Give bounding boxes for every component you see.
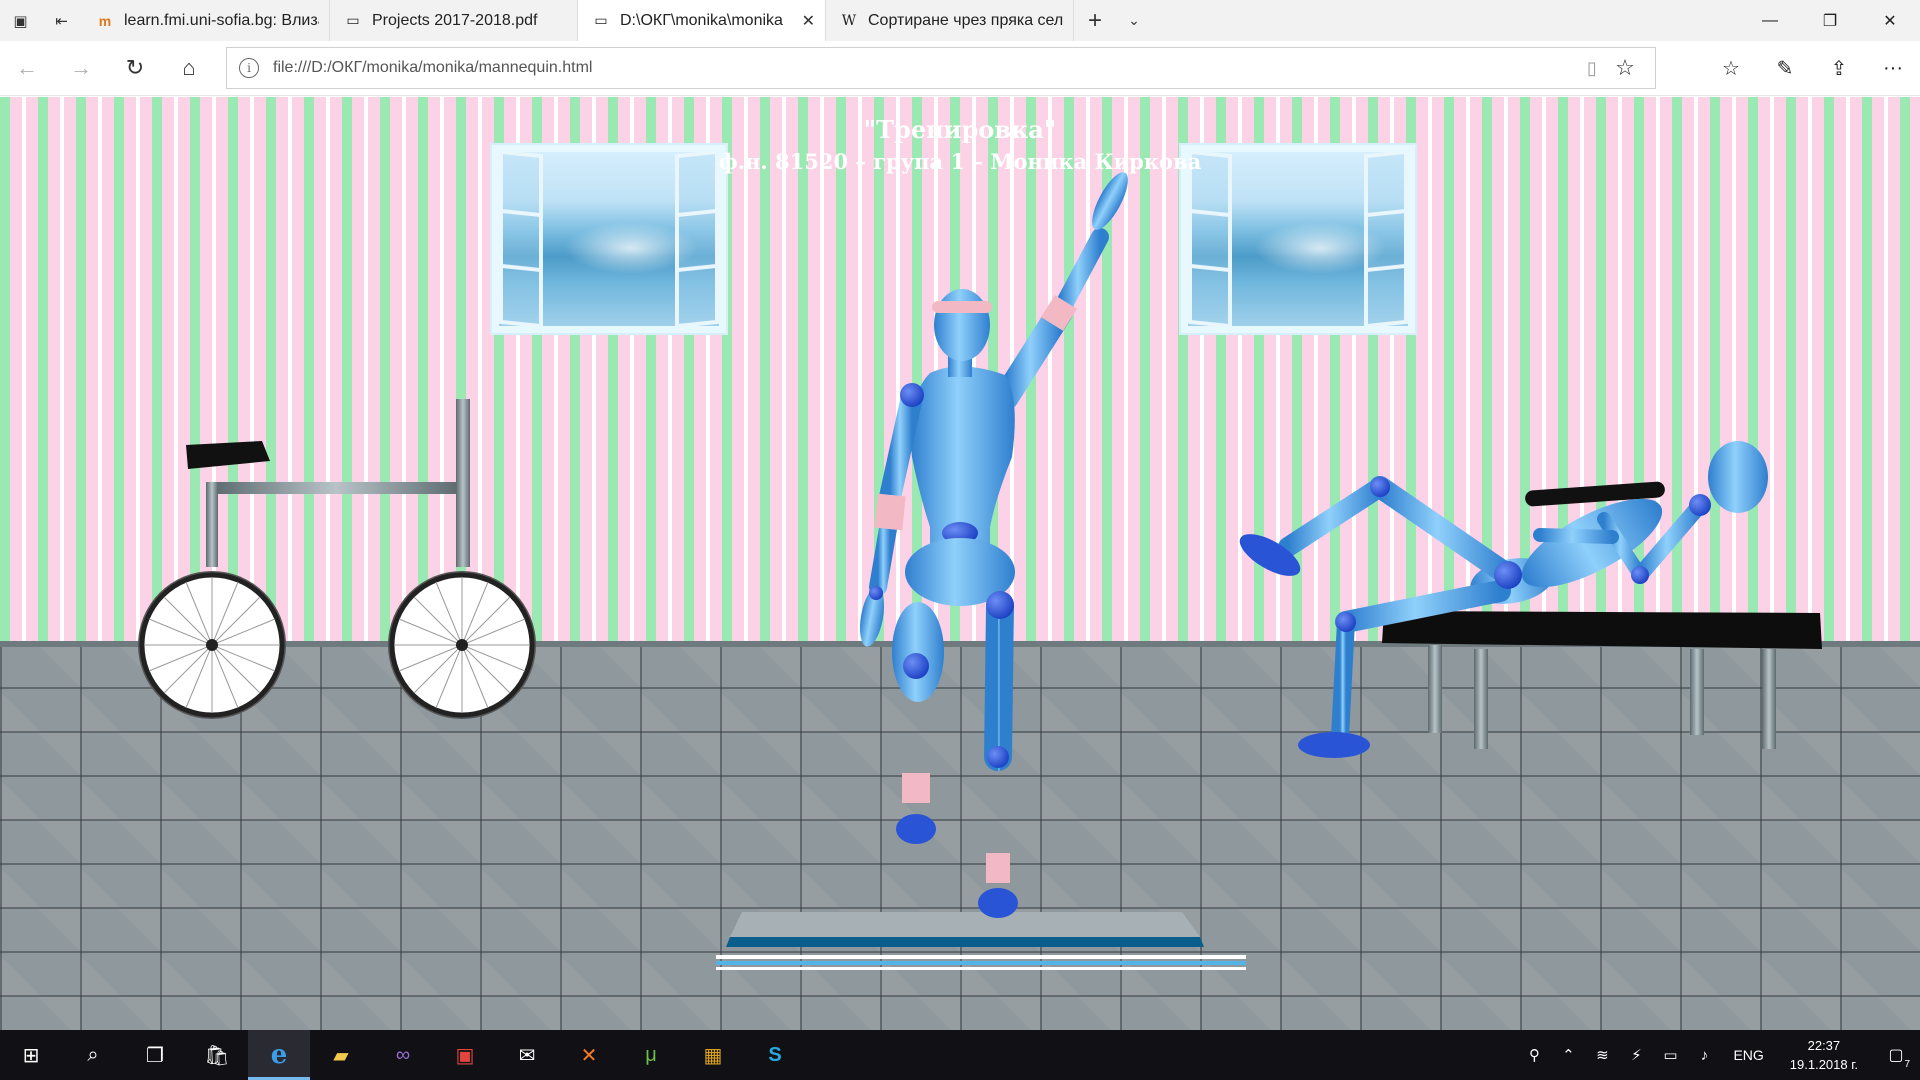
clock[interactable]: 22:37 19.1.2018 г.	[1776, 1036, 1872, 1074]
tab-learn-fmi[interactable]: m learn.fmi.uni-sofia.bg: Влиза	[82, 0, 330, 41]
clock-time: 22:37	[1807, 1038, 1841, 1053]
navigation-bar: ← → ↻ ⌂ i file:///D:/ОКГ/monika/monika/m…	[0, 41, 1920, 96]
chat-bubble-icon: ▢	[1888, 1047, 1904, 1064]
mannequin-standing	[859, 172, 1128, 918]
forward-button[interactable]: →	[54, 41, 108, 96]
reading-view-icon[interactable]: ▯	[1577, 58, 1607, 79]
address-bar[interactable]: i file:///D:/ОКГ/monika/monika/mannequin…	[226, 47, 1656, 89]
task-view-icon[interactable]: ❐	[124, 1030, 186, 1080]
taskbar: ⊞ ⌕ ❐ 🛍 e ▰ ∞ ▣ ✉ ✕ μ ▦ S ⚲ ⌃ ≋ ⚡ ▭ ♪ EN…	[0, 1030, 1920, 1080]
tab-title: Сортиране чрез пряка сел	[868, 11, 1063, 29]
skype-icon[interactable]: S	[744, 1030, 806, 1080]
language-indicator[interactable]: ENG	[1721, 1047, 1775, 1063]
moodle-icon: m	[98, 12, 112, 29]
toolbar-right: ☆ ✎ ⇪ ···	[1704, 41, 1920, 96]
info-icon[interactable]: i	[239, 58, 259, 78]
close-tab-icon[interactable]: ✕	[802, 11, 815, 31]
refresh-button[interactable]: ↻	[108, 41, 162, 96]
tab-preview-chevron-icon[interactable]: ⌄	[1116, 0, 1152, 41]
exercise-bike	[138, 399, 536, 719]
web-note-pen-icon[interactable]: ✎	[1758, 41, 1812, 96]
network-icon[interactable]: ≋	[1585, 1046, 1619, 1064]
people-icon[interactable]: ⚲	[1517, 1046, 1551, 1064]
page-icon: ▭	[594, 12, 608, 28]
clock-date: 19.1.2018 г.	[1789, 1057, 1858, 1072]
volume-icon[interactable]: ♪	[1687, 1047, 1721, 1064]
bench	[1382, 611, 1822, 749]
tab-wikipedia[interactable]: W Сортиране чрез пряка сел	[826, 0, 1074, 41]
step-platform	[716, 912, 1246, 970]
set-aside-tabs-icon[interactable]: ⇤	[41, 0, 82, 41]
minimize-button[interactable]: —	[1740, 0, 1800, 41]
more-options-icon[interactable]: ···	[1866, 41, 1920, 96]
scene-title: "Тренировка"	[863, 115, 1057, 144]
gift-app-icon[interactable]: ▣	[434, 1030, 496, 1080]
system-tray: ⚲ ⌃ ≋ ⚡ ▭ ♪ ENG 22:37 19.1.2018 г. ▢ 7	[1517, 1030, 1920, 1080]
tab-title: learn.fmi.uni-sofia.bg: Влиза	[124, 11, 319, 29]
window-controls: — ❐ ✕	[1740, 0, 1920, 41]
tab-projects-pdf[interactable]: ▭ Projects 2017-2018.pdf	[330, 0, 578, 41]
visual-studio-icon[interactable]: ∞	[372, 1030, 434, 1080]
edge-browser-icon[interactable]: e	[248, 1030, 310, 1080]
url-text[interactable]: file:///D:/ОКГ/monika/monika/mannequin.h…	[273, 59, 1577, 77]
search-icon[interactable]: ⌕	[62, 1030, 124, 1080]
xampp-icon[interactable]: ✕	[558, 1030, 620, 1080]
tab-title: Projects 2017-2018.pdf	[372, 11, 538, 29]
tab-manager-icon[interactable]: ▣	[0, 0, 41, 41]
notifications-icon[interactable]: ▢ 7	[1872, 1030, 1920, 1080]
action-center-power-icon[interactable]: ⚡	[1619, 1046, 1653, 1064]
close-window-button[interactable]: ✕	[1860, 0, 1920, 41]
tab-bar: ▣ ⇤ m learn.fmi.uni-sofia.bg: Влиза ▭ Pr…	[0, 0, 1920, 41]
scene-subtitle: ф.н. 81520 – група 1 – Моника Киркова	[718, 149, 1202, 174]
notification-count: 7	[1902, 1059, 1912, 1070]
wikipedia-icon: W	[841, 12, 857, 29]
tab-mannequin[interactable]: ▭ D:\ОКГ\monika\monika ✕	[578, 0, 826, 41]
mannequin-lying	[1239, 441, 1768, 758]
restore-button[interactable]: ❐	[1800, 0, 1860, 41]
favorites-hub-icon[interactable]: ☆	[1704, 41, 1758, 96]
start-windows-icon[interactable]: ⊞	[0, 1030, 62, 1080]
new-tab-button[interactable]: +	[1074, 0, 1116, 41]
pdf-page-icon: ▭	[346, 12, 360, 28]
page-viewport[interactable]: "Тренировка" ф.н. 81520 – група 1 – Мони…	[0, 97, 1920, 1030]
tiles-app-icon[interactable]: ▦	[682, 1030, 744, 1080]
file-explorer-icon[interactable]: ▰	[310, 1030, 372, 1080]
battery-icon[interactable]: ▭	[1653, 1046, 1687, 1064]
show-hidden-icons-chevron-icon[interactable]: ⌃	[1551, 1046, 1585, 1064]
store-icon[interactable]: 🛍	[186, 1030, 248, 1080]
tab-title: D:\ОКГ\monika\monika	[620, 11, 783, 29]
home-button[interactable]: ⌂	[162, 41, 216, 96]
mail-icon[interactable]: ✉	[496, 1030, 558, 1080]
scene-graphics	[138, 172, 1822, 970]
back-button[interactable]: ←	[0, 41, 54, 96]
utorrent-icon[interactable]: μ	[620, 1030, 682, 1080]
favorite-star-icon[interactable]: ☆	[1607, 55, 1643, 81]
share-icon[interactable]: ⇪	[1812, 41, 1866, 96]
